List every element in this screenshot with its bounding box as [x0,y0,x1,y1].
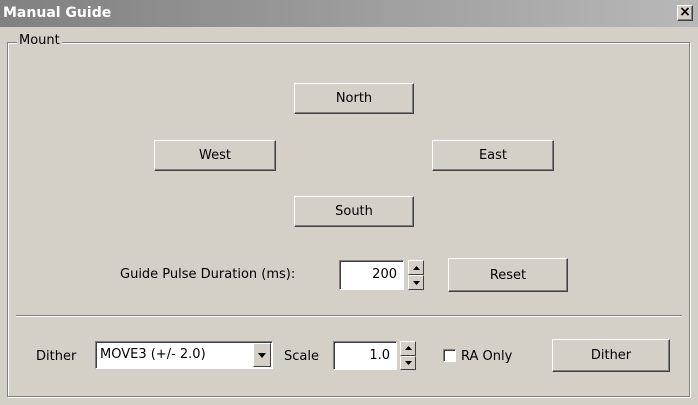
dither-mode-select[interactable]: MOVE3 (+/- 2.0) [95,341,273,369]
reset-button[interactable]: Reset [448,258,568,292]
pulse-spin-up-button[interactable] [408,260,424,275]
dither-button[interactable]: Dither [552,339,670,372]
close-button[interactable]: × [677,5,693,21]
ra-only-checkbox[interactable] [443,349,456,362]
pulse-duration-spinner[interactable] [408,260,424,290]
dither-label: Dither [36,349,77,364]
west-button-label: West [199,148,231,163]
window-title: Manual Guide [3,5,112,21]
separator-line [16,315,682,317]
title-bar[interactable]: Manual Guide × [0,0,698,27]
east-button-label: East [478,148,508,163]
east-button[interactable]: East [432,140,554,171]
scale-spin-down-button[interactable] [400,355,416,370]
scale-label: Scale [284,349,319,364]
pulse-spin-down-button[interactable] [408,275,424,290]
west-button[interactable]: West [154,140,276,171]
up-arrow-icon [412,265,420,270]
dither-mode-dropdown-button[interactable] [253,343,271,367]
dither-button-label: Dither [590,348,632,363]
up-arrow-icon [404,346,412,351]
ra-only-label[interactable]: RA Only [461,349,512,364]
manual-guide-window: Manual Guide × Mount North West East Sou… [0,0,698,405]
south-button[interactable]: South [294,196,414,227]
guide-pulse-duration-label: Guide Pulse Duration (ms): [120,267,296,282]
scale-spinner[interactable] [400,341,416,370]
scale-spin-up-button[interactable] [400,341,416,356]
reset-button-label: Reset [489,267,527,283]
south-button-label: South [335,204,373,219]
down-arrow-icon [412,280,420,285]
mount-group-label: Mount [17,33,62,48]
scale-input[interactable]: 1.0 [333,341,397,370]
dither-mode-value: MOVE3 (+/- 2.0) [100,347,206,362]
close-icon: × [679,4,691,20]
pulse-duration-input[interactable]: 200 [339,260,404,290]
chevron-down-icon [258,352,266,358]
north-button[interactable]: North [294,83,414,114]
down-arrow-icon [404,360,412,365]
north-button-label: North [335,91,373,106]
